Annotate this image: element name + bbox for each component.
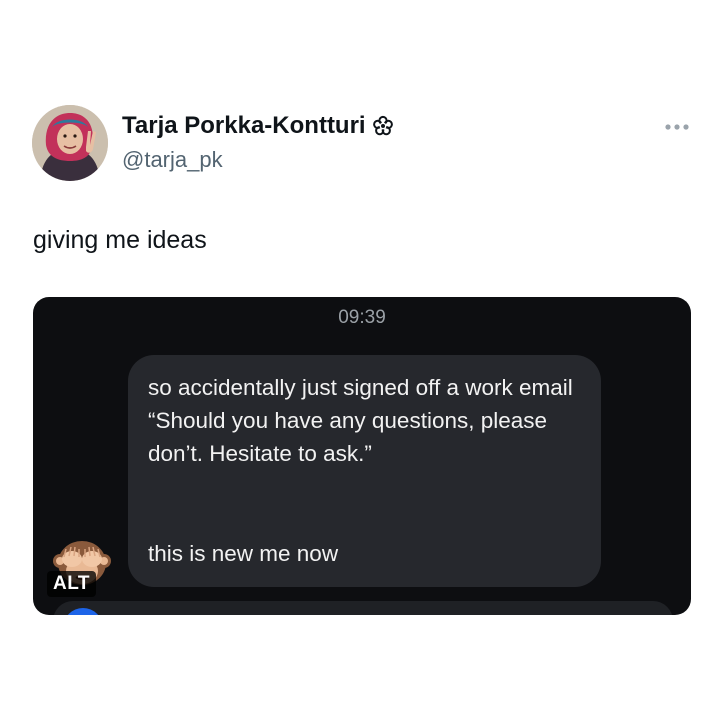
alt-text-badge[interactable]: ALT <box>47 571 97 597</box>
flower-icon <box>372 115 394 137</box>
avatar-image <box>32 105 108 181</box>
message-bubble: so accidentally just signed off a work e… <box>128 355 601 587</box>
message-text-2: this is new me now <box>148 541 339 566</box>
message-timestamp: 09:39 <box>338 307 386 328</box>
tweet-card: Tarja Porkka-Kontturi @tarja_pk giving m… <box>0 0 720 721</box>
tweet-text: giving me ideas <box>33 226 207 254</box>
message-input-bar <box>53 601 673 615</box>
message-text-1: so accidentally just signed off a work e… <box>148 375 573 466</box>
author-avatar[interactable] <box>32 105 108 181</box>
author-handle[interactable]: @tarja_pk <box>122 147 223 173</box>
tweet-media-image[interactable]: 09:39 so accidentally just signed off a … <box>33 297 691 615</box>
author-name[interactable]: Tarja Porkka-Kontturi <box>122 112 366 140</box>
more-options-button[interactable] <box>660 116 694 138</box>
more-horizontal-icon <box>665 124 689 130</box>
author-name-row[interactable]: Tarja Porkka-Kontturi <box>122 112 394 140</box>
